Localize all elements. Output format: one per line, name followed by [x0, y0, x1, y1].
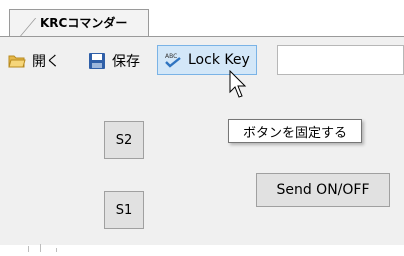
floppy-disk-icon [88, 52, 106, 70]
save-label: 保存 [112, 54, 140, 70]
spell-check-icon: ABC [164, 51, 182, 69]
folder-open-icon [8, 52, 26, 70]
toolbar: 開く 保存 ABC Lock Key [0, 37, 404, 83]
s1-button[interactable]: S1 [104, 191, 144, 229]
lock-key-label: Lock Key [188, 52, 250, 68]
tooltip: ボタンを固定する [228, 119, 362, 143]
toolbar-text-input[interactable] [277, 45, 404, 75]
save-button[interactable]: 保存 [88, 50, 140, 72]
s2-label: S2 [115, 132, 133, 148]
svg-text:ABC: ABC [165, 53, 177, 60]
tooltip-text: ボタンを固定する [242, 125, 347, 141]
main-panel: 開く 保存 ABC Lock Key S2 S1 Send ON/OFF ボタン… [0, 36, 404, 252]
s1-label: S1 [115, 202, 133, 218]
open-button[interactable]: 開く [8, 50, 60, 72]
mouse-cursor-icon [229, 69, 251, 100]
tab-krc-commander[interactable]: KRCコマンダー [9, 9, 149, 48]
open-label: 開く [32, 54, 60, 70]
send-on-off-label: Send ON/OFF [276, 182, 370, 198]
tab-label: KRCコマンダー [40, 16, 128, 30]
send-on-off-button[interactable]: Send ON/OFF [256, 173, 390, 207]
tab-strip: KRCコマンダー [0, 0, 404, 48]
s2-button[interactable]: S2 [104, 121, 144, 159]
